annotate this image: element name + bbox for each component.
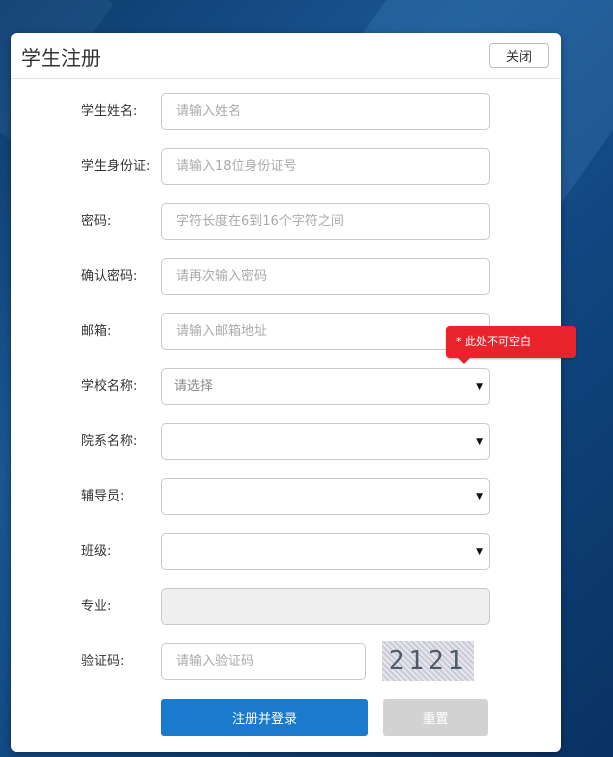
major-row: 专业:	[11, 588, 561, 626]
email-label: 邮箱:	[81, 324, 112, 339]
name-label: 学生姓名:	[81, 104, 138, 119]
id-card-input[interactable]	[161, 148, 490, 185]
school-label: 学校名称:	[81, 379, 138, 394]
email-input[interactable]	[161, 313, 490, 350]
captcha-input[interactable]	[161, 643, 366, 680]
validation-tooltip: * 此处不可空白	[446, 326, 576, 364]
close-button[interactable]: 关闭	[489, 43, 549, 68]
department-label: 院系名称:	[81, 434, 138, 449]
register-login-button[interactable]: 注册并登录	[161, 699, 368, 736]
captcha-label: 验证码:	[81, 654, 125, 669]
school-select[interactable]: 请选择 ▼	[161, 368, 490, 405]
dropdown-arrow-icon: ▼	[476, 437, 483, 447]
id-card-label: 学生身份证:	[81, 159, 151, 174]
department-select[interactable]: ▼	[161, 423, 490, 460]
register-dialog: 学生注册 关闭 学生姓名: 学生身份证: 密码: 确认密码: 邮箱: 学校名称:…	[11, 33, 561, 752]
counselor-row: 辅导员: ▼	[11, 478, 561, 516]
password-row: 密码:	[11, 203, 561, 241]
counselor-label: 辅导员:	[81, 489, 125, 504]
password-input[interactable]	[161, 203, 490, 240]
school-row: 学校名称: 请选择 ▼	[11, 368, 561, 406]
class-row: 班级: ▼	[11, 533, 561, 571]
dropdown-arrow-icon: ▼	[476, 382, 483, 392]
class-select[interactable]: ▼	[161, 533, 490, 570]
school-select-value: 请选择	[174, 379, 214, 394]
tooltip-arrow-icon	[458, 358, 470, 364]
confirm-password-label: 确认密码:	[81, 269, 138, 284]
major-label: 专业:	[81, 599, 112, 614]
captcha-image[interactable]: 2121	[382, 641, 474, 681]
dialog-header: 学生注册 关闭	[11, 33, 561, 79]
captcha-row: 验证码: 2121	[11, 641, 561, 681]
password-label: 密码:	[81, 214, 112, 229]
name-row: 学生姓名:	[11, 93, 561, 131]
class-label: 班级:	[81, 544, 112, 559]
dropdown-arrow-icon: ▼	[476, 492, 483, 502]
name-input[interactable]	[161, 93, 490, 130]
dialog-title: 学生注册	[21, 46, 101, 70]
reset-button[interactable]: 重置	[383, 699, 488, 736]
confirm-password-row: 确认密码:	[11, 258, 561, 296]
id-card-row: 学生身份证:	[11, 148, 561, 186]
tooltip-text: * 此处不可空白	[456, 335, 531, 348]
department-row: 院系名称: ▼	[11, 423, 561, 461]
dropdown-arrow-icon: ▼	[476, 547, 483, 557]
major-field	[161, 588, 490, 625]
counselor-select[interactable]: ▼	[161, 478, 490, 515]
confirm-password-input[interactable]	[161, 258, 490, 295]
